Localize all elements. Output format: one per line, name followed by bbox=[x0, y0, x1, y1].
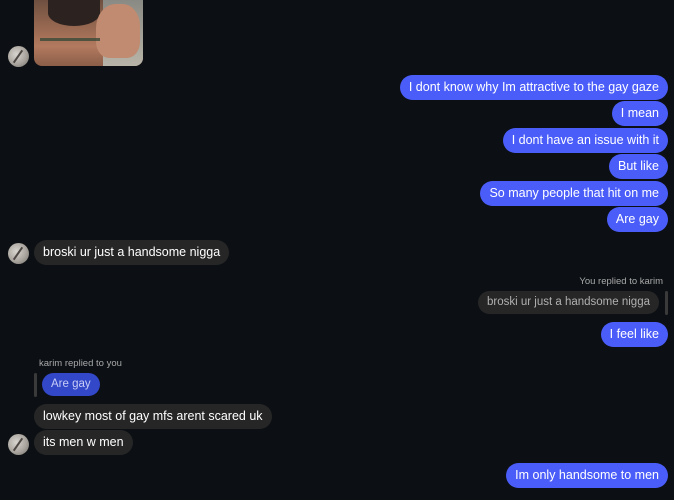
reply-quote-bar bbox=[34, 373, 37, 397]
message-bubble-incoming[interactable]: broski ur just a handsome nigga bbox=[34, 240, 230, 265]
message-bubble-outgoing[interactable]: I dont have an issue with it bbox=[502, 128, 668, 153]
quoted-message[interactable]: Are gay bbox=[42, 373, 100, 396]
contact-avatar[interactable] bbox=[8, 46, 29, 67]
message-bubble-outgoing[interactable]: Are gay bbox=[606, 207, 668, 232]
message-bubble-outgoing[interactable]: I mean bbox=[611, 101, 668, 126]
reply-label: karim replied to you bbox=[39, 358, 122, 369]
message-bubble-outgoing[interactable]: I feel like bbox=[600, 322, 668, 347]
photo-hand bbox=[96, 4, 140, 58]
message-bubble-outgoing[interactable]: But like bbox=[609, 154, 668, 179]
quoted-message[interactable]: broski ur just a handsome nigga bbox=[477, 291, 659, 314]
reply-quote-bar bbox=[665, 291, 668, 315]
reply-label: You replied to karim bbox=[579, 276, 663, 287]
message-bubble-incoming[interactable]: its men w men bbox=[34, 430, 133, 455]
contact-avatar[interactable] bbox=[8, 434, 29, 455]
message-bubble-outgoing[interactable]: I dont know why Im attractive to the gay… bbox=[399, 75, 668, 100]
message-bubble-incoming[interactable]: lowkey most of gay mfs arent scared uk bbox=[34, 404, 272, 429]
message-bubble-outgoing[interactable]: So many people that hit on me bbox=[480, 181, 668, 206]
contact-avatar[interactable] bbox=[8, 243, 29, 264]
shared-photo[interactable] bbox=[34, 0, 143, 66]
photo-tattoo bbox=[40, 38, 100, 41]
photo-beard bbox=[48, 0, 100, 26]
message-bubble-outgoing[interactable]: Im only handsome to men bbox=[506, 463, 668, 488]
